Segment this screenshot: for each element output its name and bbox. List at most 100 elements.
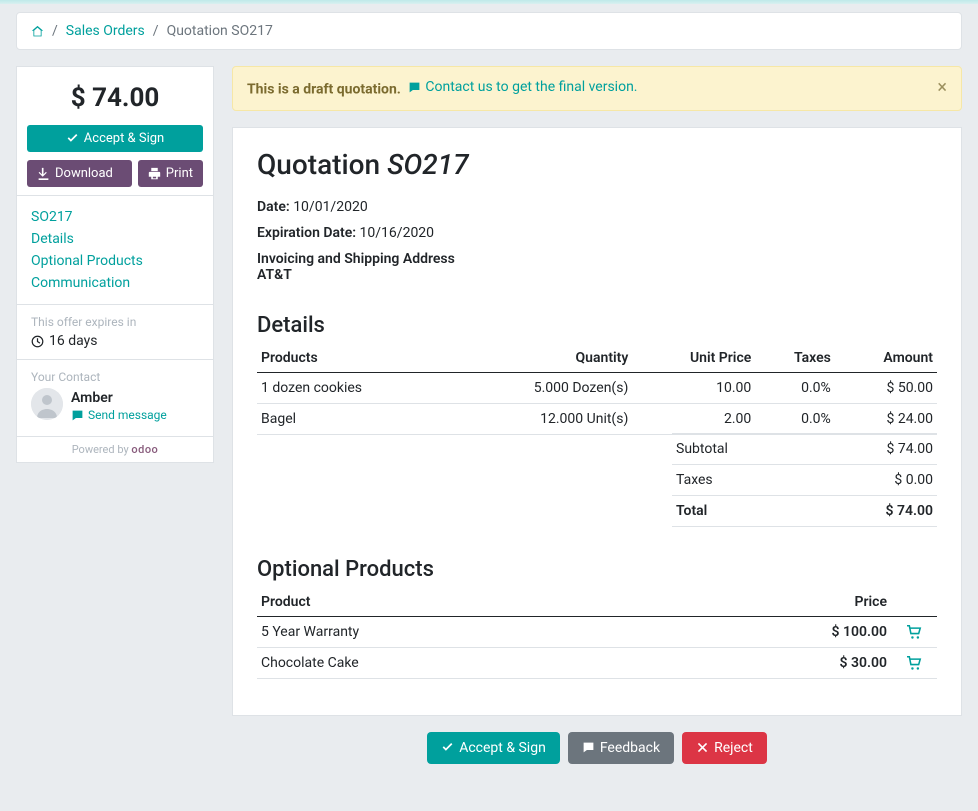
taxes-value: $ 0.00 xyxy=(894,472,933,488)
date-label: Date: xyxy=(257,199,290,215)
breadcrumb: / Sales Orders / Quotation SO217 xyxy=(16,12,962,50)
add-to-cart-button[interactable] xyxy=(906,655,922,671)
cell-price: $ 100.00 xyxy=(654,616,891,647)
cell-product: 5 Year Warranty xyxy=(257,616,654,647)
table-row: Bagel 12.000 Unit(s) 2.00 0.0% $ 24.00 xyxy=(257,403,937,434)
check-icon xyxy=(441,741,454,754)
powered-prefix: Powered by xyxy=(72,443,132,456)
download-button[interactable]: Download xyxy=(27,160,132,187)
col-products: Products xyxy=(257,344,450,373)
avatar xyxy=(31,388,63,420)
address-label: Invoicing and Shipping Address xyxy=(257,251,937,267)
sidebar: $ 74.00 Accept & Sign Download Print xyxy=(16,66,214,463)
print-button[interactable]: Print xyxy=(138,160,203,187)
draft-alert: This is a draft quotation. Contact us to… xyxy=(232,66,962,111)
quotation-card: Quotation SO217 Date: 10/01/2020 Expirat… xyxy=(232,127,962,716)
sidebar-item-optional[interactable]: Optional Products xyxy=(31,250,199,272)
sidebar-item-so[interactable]: SO217 xyxy=(31,206,199,228)
total-value: $ 74.00 xyxy=(886,503,933,519)
accept-sign-label: Accept & Sign xyxy=(84,131,164,146)
download-icon xyxy=(37,167,50,180)
send-message-label: Send message xyxy=(88,408,167,422)
col-amount: Amount xyxy=(835,344,937,373)
expires-label: This offer expires in xyxy=(31,315,199,329)
cart-icon xyxy=(906,656,922,670)
download-label: Download xyxy=(55,166,113,181)
table-row: Chocolate Cake $ 30.00 xyxy=(257,647,937,678)
details-heading: Details xyxy=(257,313,937,338)
close-icon xyxy=(696,741,709,754)
breadcrumb-sales-orders[interactable]: Sales Orders xyxy=(66,23,145,39)
cell-quantity: 5.000 Dozen(s) xyxy=(450,372,632,403)
col-price: Price xyxy=(654,588,891,617)
reject-label: Reject xyxy=(714,740,753,756)
powered-by: Powered by odoo xyxy=(17,436,213,462)
date-row: Date: 10/01/2020 xyxy=(257,199,937,215)
cell-amount: $ 24.00 xyxy=(835,403,937,434)
col-taxes: Taxes xyxy=(755,344,835,373)
title-prefix: Quotation xyxy=(257,148,387,181)
reject-button[interactable]: Reject xyxy=(682,732,767,764)
alert-prefix: This is a draft quotation. xyxy=(247,82,401,98)
breadcrumb-sep: / xyxy=(52,23,58,39)
clock-icon xyxy=(31,335,44,348)
col-product: Product xyxy=(257,588,654,617)
taxes-label: Taxes xyxy=(676,472,713,488)
sidebar-item-details[interactable]: Details xyxy=(31,228,199,250)
sidebar-total-price: $ 74.00 xyxy=(17,67,213,125)
odoo-brand: odoo xyxy=(131,443,158,456)
address-name: AT&T xyxy=(257,267,292,283)
cell-product: Chocolate Cake xyxy=(257,647,654,678)
details-table: Products Quantity Unit Price Taxes Amoun… xyxy=(257,344,937,435)
date-value: 10/01/2020 xyxy=(293,199,368,215)
cell-product: Bagel xyxy=(257,403,450,434)
cell-product: 1 dozen cookies xyxy=(257,372,450,403)
expiration-value: 10/16/2020 xyxy=(360,225,435,241)
cell-taxes: 0.0% xyxy=(755,372,835,403)
feedback-button[interactable]: Feedback xyxy=(568,732,674,764)
address-row: Invoicing and Shipping Address AT&T xyxy=(257,251,937,283)
breadcrumb-home[interactable] xyxy=(31,23,44,39)
optional-table: Product Price 5 Year Warranty $ 100.00 C xyxy=(257,588,937,679)
sidebar-nav: SO217 Details Optional Products Communic… xyxy=(17,195,213,304)
sidebar-item-communication[interactable]: Communication xyxy=(31,272,199,294)
subtotal-value: $ 74.00 xyxy=(886,441,933,457)
add-to-cart-button[interactable] xyxy=(906,624,922,640)
cell-unit-price: 2.00 xyxy=(632,403,755,434)
page-title: Quotation SO217 xyxy=(257,148,937,181)
subtotal-label: Subtotal xyxy=(676,441,728,457)
contact-label: Your Contact xyxy=(31,370,199,384)
contact-name: Amber xyxy=(71,390,167,406)
accept-sign-button[interactable]: Accept & Sign xyxy=(27,125,203,152)
optional-heading: Optional Products xyxy=(257,557,937,582)
totals: Subtotal $ 74.00 Taxes $ 0.00 Total $ 74… xyxy=(672,434,937,527)
comment-icon xyxy=(71,409,84,422)
print-label: Print xyxy=(166,166,193,181)
send-message-link[interactable]: Send message xyxy=(71,408,167,422)
home-icon xyxy=(31,25,44,38)
cell-amount: $ 50.00 xyxy=(835,372,937,403)
expiration-label: Expiration Date: xyxy=(257,225,356,241)
col-quantity: Quantity xyxy=(450,344,632,373)
check-icon xyxy=(66,132,79,145)
footer-accept-sign-button[interactable]: Accept & Sign xyxy=(427,732,560,764)
breadcrumb-sep: / xyxy=(153,23,159,39)
sidebar-expiry: This offer expires in 16 days xyxy=(17,304,213,359)
close-icon[interactable]: × xyxy=(937,79,947,97)
footer-actions: Accept & Sign Feedback Reject xyxy=(232,716,962,774)
total-label: Total xyxy=(676,503,707,519)
footer-accept-label: Accept & Sign xyxy=(459,740,546,756)
cell-quantity: 12.000 Unit(s) xyxy=(450,403,632,434)
alert-contact-link[interactable]: Contact us to get the final version. xyxy=(425,79,637,95)
sidebar-contact: Your Contact Amber Send message xyxy=(17,359,213,436)
cart-icon xyxy=(906,625,922,639)
expires-value: 16 days xyxy=(49,333,97,349)
cell-price: $ 30.00 xyxy=(654,647,891,678)
col-unit-price: Unit Price xyxy=(632,344,755,373)
breadcrumb-current: Quotation SO217 xyxy=(167,23,273,39)
comment-icon xyxy=(408,81,421,94)
title-number: SO217 xyxy=(387,148,468,181)
print-icon xyxy=(148,167,161,180)
cell-unit-price: 10.00 xyxy=(632,372,755,403)
expiration-row: Expiration Date: 10/16/2020 xyxy=(257,225,937,241)
